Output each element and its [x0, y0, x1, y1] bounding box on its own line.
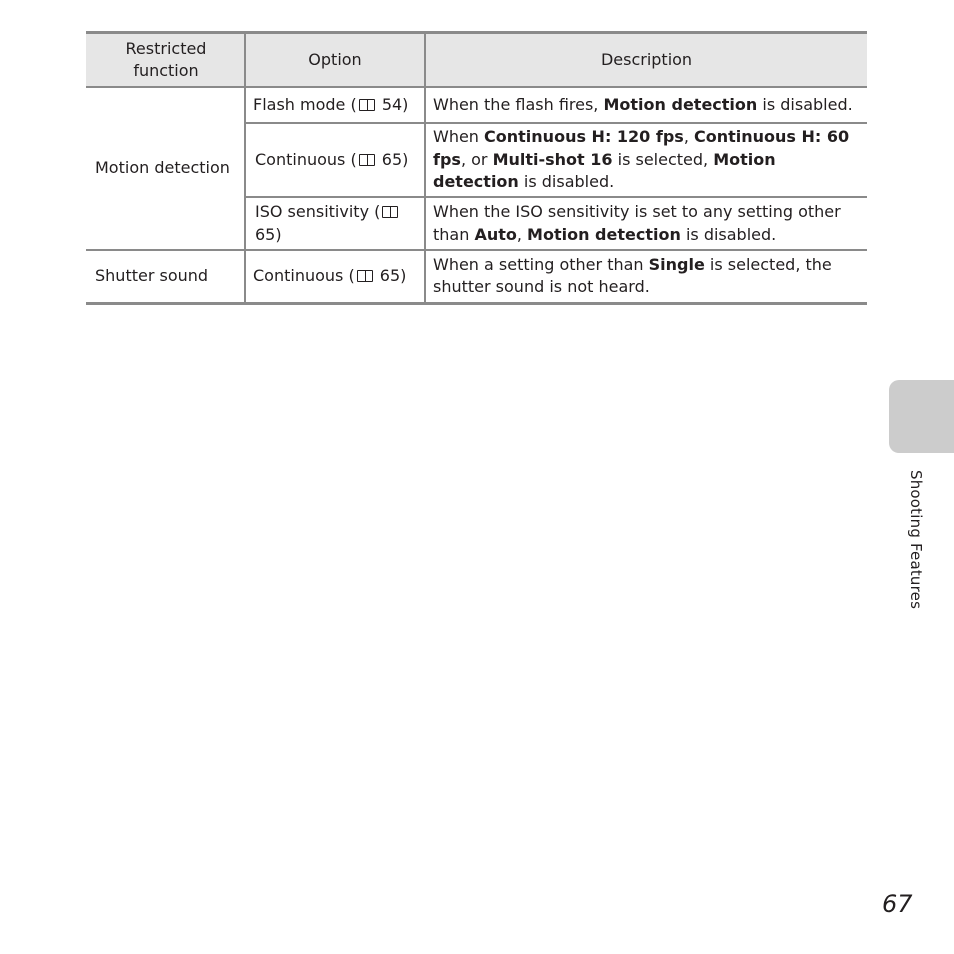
- emphasis-text: Multi-shot 16: [492, 149, 613, 169]
- option-cell: ISO sensitivity ( 65): [245, 196, 426, 251]
- restrictions-table: Restricted function Option Description Mo…: [86, 31, 867, 305]
- option-label: Continuous (: [253, 266, 355, 285]
- section-label: Shooting Features: [907, 470, 925, 610]
- header-line: Restricted: [125, 38, 207, 58]
- header-restricted-function: Restricted function: [86, 31, 246, 88]
- emphasis-text: Continuous H: 120 fps: [484, 127, 684, 147]
- table-row: Shutter sound Continuous ( 65) When a se…: [86, 249, 867, 305]
- header-line: function: [133, 61, 199, 80]
- description-text: When a setting other than: [433, 254, 649, 274]
- description-cell: When the flash fires, Motion detection i…: [424, 86, 867, 124]
- description-text: is disabled.: [680, 224, 777, 244]
- option-cell: Continuous ( 65): [244, 249, 426, 305]
- description-text: ,: [516, 224, 528, 244]
- description-text: is disabled.: [757, 94, 853, 114]
- book-reference-icon: [382, 206, 399, 218]
- page-ref[interactable]: 65: [255, 225, 275, 244]
- function-cell: Motion detection: [86, 86, 246, 251]
- option-cell: Flash mode ( 54): [244, 86, 426, 124]
- description-text: When: [433, 127, 485, 147]
- page-number: 67: [882, 890, 913, 918]
- emphasis-text: Motion detection: [527, 224, 681, 244]
- emphasis-text: Single: [648, 254, 705, 274]
- description-cell: When Continuous H: 120 fps, Continuous H…: [424, 122, 867, 198]
- description-text: , or: [460, 149, 493, 169]
- description-text: is disabled.: [518, 172, 615, 192]
- emphasis-text: Motion detection: [603, 94, 758, 114]
- description-cell: When the ISO sensitivity is set to any s…: [424, 196, 867, 251]
- page-ref[interactable]: 65: [380, 266, 400, 285]
- function-cell: Shutter sound: [86, 249, 246, 305]
- description-text: ,: [683, 127, 694, 147]
- description-text: When the flash fires,: [433, 94, 604, 114]
- book-reference-icon: [358, 153, 375, 166]
- header-option: Option: [244, 31, 426, 88]
- option-label: ISO sensitivity (: [255, 202, 381, 221]
- option-label: Continuous (: [255, 149, 357, 169]
- section-tab[interactable]: [889, 380, 954, 453]
- page-ref[interactable]: 54: [382, 95, 402, 114]
- option-cell: Continuous ( 65): [245, 122, 426, 198]
- table-header-row: Restricted function Option Description: [86, 31, 867, 88]
- description-cell: When a setting other than Single is sele…: [424, 249, 867, 305]
- description-text: is selected,: [612, 149, 714, 169]
- table-row: Motion detection Flash mode ( 54) When t…: [86, 86, 867, 251]
- book-reference-icon: [358, 98, 375, 111]
- book-reference-icon: [356, 270, 373, 282]
- emphasis-text: Auto: [474, 224, 517, 244]
- option-label: Flash mode (: [253, 94, 357, 114]
- header-description: Description: [424, 31, 867, 88]
- page-ref[interactable]: 65: [382, 150, 402, 169]
